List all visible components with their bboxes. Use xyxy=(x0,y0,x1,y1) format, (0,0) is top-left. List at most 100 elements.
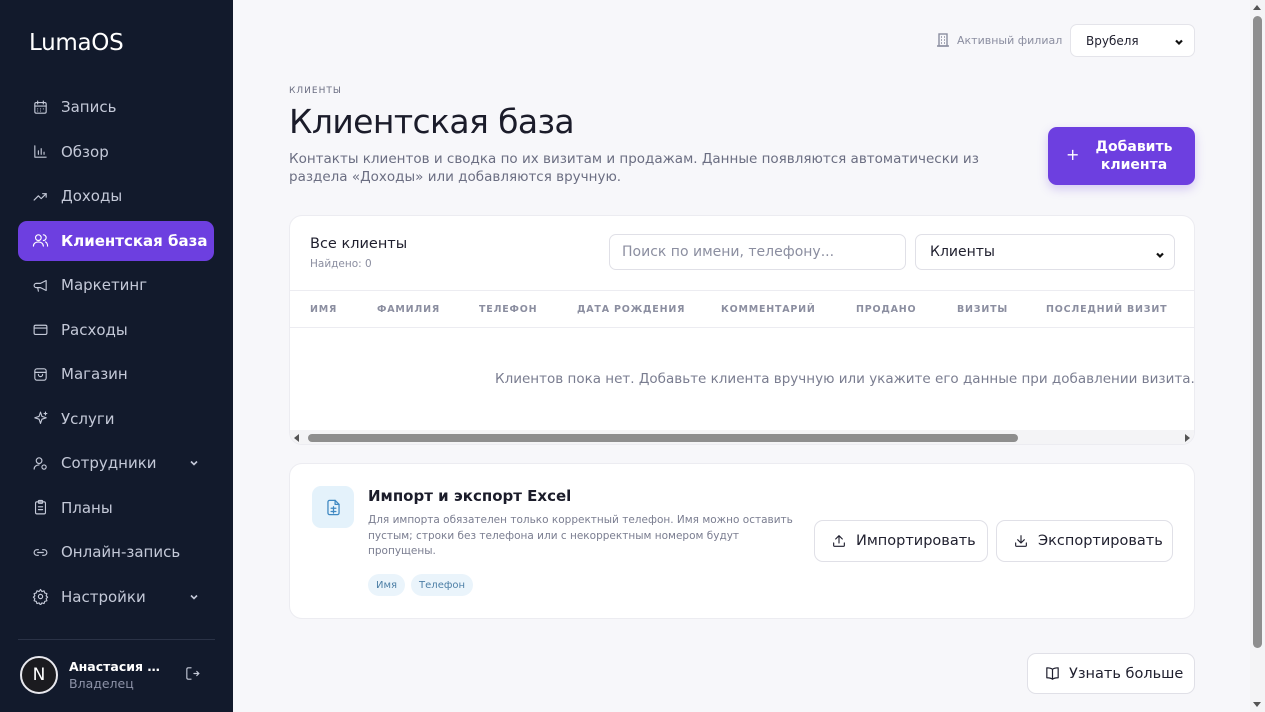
users-icon xyxy=(31,232,49,250)
column-header-birthdate[interactable]: ДАТА РОЖДЕНИЯ xyxy=(577,304,685,315)
page-eyebrow: КЛИЕНТЫ xyxy=(289,86,342,96)
page-description: Контакты клиентов и сводка по их визитам… xyxy=(289,151,979,185)
sidebar: LumaOS Запись Обзор Доходы Клиентская ба… xyxy=(0,0,233,712)
sidebar-item-shop[interactable]: Магазин xyxy=(18,354,214,394)
sparkles-icon xyxy=(31,410,49,428)
add-client-button[interactable]: + Добавить клиента xyxy=(1048,127,1195,185)
shopping-bag-icon xyxy=(31,365,49,383)
required-fields-tags: Имя Телефон xyxy=(368,574,479,596)
sidebar-divider xyxy=(18,639,215,640)
client-type-select[interactable]: Клиенты xyxy=(915,234,1175,270)
import-export-title: Импорт и экспорт Excel xyxy=(368,487,572,505)
learn-more-label: Узнать больше xyxy=(1069,665,1184,682)
sidebar-item-label: Доходы xyxy=(61,187,123,205)
column-header-phone[interactable]: ТЕЛЕФОН xyxy=(479,304,537,315)
scroll-up-arrow[interactable] xyxy=(1253,5,1261,10)
column-header-last-visit[interactable]: ПОСЛЕДНИЙ ВИЗИТ xyxy=(1046,304,1167,315)
avatar: N xyxy=(20,656,58,694)
export-button[interactable]: Экспортировать xyxy=(996,520,1173,562)
branch-select-value: Врубеля xyxy=(1086,33,1139,48)
download-icon xyxy=(1015,535,1027,547)
column-header-visits[interactable]: ВИЗИТЫ xyxy=(957,304,1008,315)
scroll-down-arrow[interactable] xyxy=(1253,702,1261,707)
column-header-first-name[interactable]: ИМЯ xyxy=(310,304,337,315)
import-export-card: Импорт и экспорт Excel Для импорта обяза… xyxy=(289,463,1195,619)
upload-icon xyxy=(833,535,845,547)
book-icon xyxy=(1046,667,1059,680)
gear-icon xyxy=(31,588,49,606)
sidebar-item-client-base[interactable]: Клиентская база xyxy=(18,220,214,261)
column-header-sold[interactable]: ПРОДАНО xyxy=(856,304,916,315)
chevron-down-icon[interactable] xyxy=(188,589,200,601)
app-logo: LumaOS xyxy=(29,30,124,56)
sidebar-item-services[interactable]: Услуги xyxy=(18,399,214,439)
sidebar-item-overview[interactable]: Обзор xyxy=(18,132,214,172)
chevron-down-icon xyxy=(1155,248,1165,259)
import-button[interactable]: Импортировать xyxy=(814,520,988,562)
user-group-icon xyxy=(31,454,49,472)
user-name: Анастасия Же... xyxy=(69,659,169,674)
learn-more-button[interactable]: Узнать больше xyxy=(1027,653,1195,694)
page-title: Клиентская база xyxy=(289,102,575,141)
sidebar-item-staff[interactable]: Сотрудники xyxy=(18,443,214,483)
megaphone-icon xyxy=(31,276,49,294)
user-info: Анастасия Же... Владелец xyxy=(69,659,169,691)
sidebar-item-marketing[interactable]: Маркетинг xyxy=(18,265,214,305)
chevron-down-icon xyxy=(1174,36,1184,46)
scroll-left-arrow[interactable] xyxy=(294,434,299,442)
sidebar-item-online-booking[interactable]: Онлайн-запись xyxy=(18,532,214,572)
scrollbar-thumb[interactable] xyxy=(1253,16,1262,648)
sidebar-item-label: Клиентская база xyxy=(61,231,208,250)
sidebar-item-label: Расходы xyxy=(61,320,128,339)
clients-card: Все клиенты Найдено: 0 Клиенты ИМЯ ФАМИЛ… xyxy=(289,215,1195,445)
add-client-label: Добавить клиента xyxy=(1095,139,1173,173)
calendar-icon xyxy=(31,98,49,116)
column-header-last-name[interactable]: ФАМИЛИЯ xyxy=(377,304,440,315)
vertical-scrollbar[interactable] xyxy=(1250,0,1265,712)
sidebar-item-expenses[interactable]: Расходы xyxy=(18,310,214,350)
clients-found-count: Найдено: 0 xyxy=(310,258,372,270)
sidebar-item-plans[interactable]: Планы xyxy=(18,488,214,528)
clipboard-icon xyxy=(31,499,49,517)
sidebar-item-settings[interactable]: Настройки xyxy=(18,577,214,617)
spreadsheet-file-icon xyxy=(312,486,354,528)
credit-card-icon xyxy=(31,321,49,339)
sidebar-item-label: Услуги xyxy=(61,409,115,428)
branch-label-text: Активный филиал xyxy=(957,33,1063,47)
horizontal-scrollbar[interactable] xyxy=(290,430,1194,444)
logout-icon[interactable] xyxy=(184,665,202,683)
trend-up-icon xyxy=(31,187,49,205)
sidebar-item-label: Онлайн-запись xyxy=(61,543,181,561)
client-type-select-value: Клиенты xyxy=(930,244,995,260)
export-button-label: Экспортировать xyxy=(1038,533,1163,549)
tag-phone: Телефон xyxy=(411,574,474,596)
table-header: ИМЯ ФАМИЛИЯ ТЕЛЕФОН ДАТА РОЖДЕНИЯ КОММЕН… xyxy=(290,290,1194,328)
sidebar-item-booking[interactable]: Запись xyxy=(18,87,214,127)
tag-name: Имя xyxy=(368,574,406,596)
sidebar-item-label: Сотрудники xyxy=(61,454,157,472)
sidebar-item-label: Планы xyxy=(61,498,113,517)
link-icon xyxy=(31,543,49,561)
plus-icon: + xyxy=(1066,145,1080,164)
sidebar-item-label: Магазин xyxy=(61,365,128,383)
column-header-comment[interactable]: КОММЕНТАРИЙ xyxy=(721,304,816,315)
branch-select[interactable]: Врубеля xyxy=(1070,24,1195,57)
bar-chart-icon xyxy=(31,143,49,161)
chevron-down-icon[interactable] xyxy=(188,455,200,467)
table-empty-message: Клиентов пока нет. Добавьте клиента вруч… xyxy=(495,371,1195,387)
user-profile[interactable]: N Анастасия Же... Владелец xyxy=(20,655,216,695)
scrollbar-thumb[interactable] xyxy=(308,434,1018,442)
sidebar-item-label: Запись xyxy=(61,98,117,116)
scroll-right-arrow[interactable] xyxy=(1185,434,1190,442)
sidebar-item-label: Обзор xyxy=(61,142,109,161)
import-export-description: Для импорта обязателен только корректный… xyxy=(368,514,793,557)
user-role: Владелец xyxy=(69,676,134,691)
sidebar-item-income[interactable]: Доходы xyxy=(18,176,214,216)
sidebar-item-label: Маркетинг xyxy=(61,276,148,294)
import-button-label: Импортировать xyxy=(856,533,976,549)
building-icon xyxy=(937,33,949,47)
search-input[interactable] xyxy=(609,234,906,270)
sidebar-item-label: Настройки xyxy=(61,587,146,606)
active-branch-label: Активный филиал xyxy=(935,32,1062,48)
sidebar-nav: Запись Обзор Доходы Клиентская база Марк… xyxy=(18,87,214,621)
